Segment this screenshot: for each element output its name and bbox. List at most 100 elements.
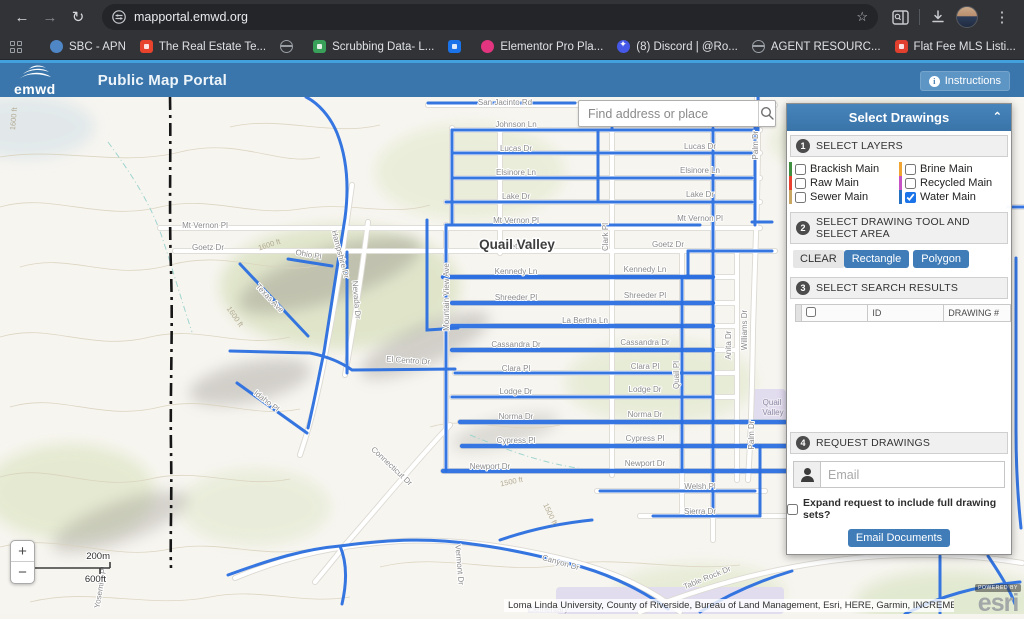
svg-text:Cassandra Dr: Cassandra Dr xyxy=(491,340,541,349)
side-search-icon[interactable] xyxy=(892,10,909,25)
svg-text:Cassandra Dr: Cassandra Dr xyxy=(620,338,670,347)
svg-text:Lucas Dr: Lucas Dr xyxy=(684,142,716,151)
layer-checkbox[interactable] xyxy=(795,178,806,189)
step-number-badge: 2 xyxy=(796,221,810,235)
svg-text:Elsinore Ln: Elsinore Ln xyxy=(680,166,720,175)
bookmark-label: The Real Estate Te... xyxy=(159,41,266,53)
bookmark-item[interactable]: SBC - APN xyxy=(50,40,126,53)
layer-sewer-main[interactable]: Sewer Main xyxy=(789,190,899,204)
bookmark-item[interactable]: Flat Fee MLS Listi... xyxy=(895,40,1016,53)
url-text: mapportal.emwd.org xyxy=(134,10,248,24)
clear-button[interactable]: CLEAR xyxy=(793,250,844,268)
apps-grid-icon[interactable] xyxy=(10,41,22,53)
drawing-tools-row: CLEAR Rectangle Polygon xyxy=(787,247,1011,273)
instructions-button[interactable]: i Instructions xyxy=(920,71,1010,91)
svg-text:Lake Dr: Lake Dr xyxy=(686,190,714,199)
bookmark-item[interactable] xyxy=(448,40,467,53)
panel-header[interactable]: Select Drawings ⌃ xyxy=(787,104,1011,131)
bookmark-label: AGENT RESOURC... xyxy=(771,41,881,53)
bookmark-label: Scrubbing Data- L... xyxy=(332,41,434,53)
layer-brine-main[interactable]: Brine Main xyxy=(899,162,1009,176)
app-header: emwd Public Map Portal i Instructions xyxy=(0,60,1024,97)
map-search-box[interactable] xyxy=(578,100,776,127)
svg-text:Mt Vernon Pl: Mt Vernon Pl xyxy=(493,216,539,225)
profile-avatar[interactable] xyxy=(956,6,978,28)
bookmark-favicon xyxy=(448,40,461,53)
bookmark-item[interactable]: Scrubbing Data- L... xyxy=(313,40,434,53)
scale-metric-label: 200m xyxy=(86,551,110,562)
rectangle-tool-button[interactable]: Rectangle xyxy=(844,250,910,268)
expand-request-checkbox[interactable] xyxy=(787,504,798,515)
layer-checkbox[interactable] xyxy=(905,178,916,189)
search-button[interactable] xyxy=(758,101,775,126)
layer-brackish-main[interactable]: Brackish Main xyxy=(789,162,899,176)
svg-text:Norma Dr: Norma Dr xyxy=(499,412,534,421)
svg-text:La Bertha Ln: La Bertha Ln xyxy=(562,316,608,325)
bookmark-star-icon[interactable]: ☆ xyxy=(856,9,868,25)
bookmark-item[interactable]: Elementor Pro Pla... xyxy=(481,40,603,53)
step-number-badge: 4 xyxy=(796,436,810,450)
address-bar[interactable]: mapportal.emwd.org ☆ xyxy=(102,4,878,30)
bookmark-item[interactable]: The Real Estate Te... xyxy=(140,40,266,53)
back-icon[interactable]: ← xyxy=(10,5,34,29)
map-attribution: Loma Linda University, County of Riversi… xyxy=(504,599,954,612)
layer-water-main[interactable]: Water Main xyxy=(899,190,1009,204)
svg-text:Kennedy Ln: Kennedy Ln xyxy=(495,267,538,276)
browser-menu-icon[interactable]: ⋮ xyxy=(990,5,1014,29)
section-title: SELECT SEARCH RESULTS xyxy=(816,282,958,294)
step-number-badge: 1 xyxy=(796,139,810,153)
email-documents-button[interactable]: Email Documents xyxy=(848,529,950,547)
select-all-checkbox[interactable] xyxy=(806,307,816,317)
quail-valley-label: Quail Valley xyxy=(479,237,555,252)
esri-logo: POWERED BY esri xyxy=(975,576,1021,613)
svg-text:Valley: Valley xyxy=(762,408,783,417)
zoom-control: + − xyxy=(10,540,35,584)
svg-text:Lucas Dr: Lucas Dr xyxy=(500,144,532,153)
layer-label: Sewer Main xyxy=(810,191,868,203)
zoom-in-button[interactable]: + xyxy=(11,541,34,562)
layer-raw-main[interactable]: Raw Main xyxy=(789,176,899,190)
toolbar-separator xyxy=(919,9,920,25)
layer-recycled-main[interactable]: Recycled Main xyxy=(899,176,1009,190)
svg-text:Elsinore Ln: Elsinore Ln xyxy=(496,168,536,177)
polygon-tool-button[interactable]: Polygon xyxy=(913,250,969,268)
scale-imperial-label: 600ft xyxy=(85,574,106,585)
drawing-column-header: DRAWING # xyxy=(944,305,1011,322)
info-icon: i xyxy=(929,76,940,87)
bookmark-label: Flat Fee MLS Listi... xyxy=(914,41,1016,53)
search-input[interactable] xyxy=(579,101,758,126)
download-icon[interactable] xyxy=(930,9,946,25)
zoom-out-button[interactable]: − xyxy=(11,562,34,583)
svg-text:Clara Pl: Clara Pl xyxy=(631,362,660,371)
site-settings-icon[interactable] xyxy=(112,10,126,24)
chevron-up-icon[interactable]: ⌃ xyxy=(993,110,1002,123)
layer-checkbox[interactable] xyxy=(905,164,916,175)
section-search-results: 3 SELECT SEARCH RESULTS xyxy=(790,277,1008,299)
page-title: Public Map Portal xyxy=(98,72,227,89)
emwd-logo[interactable]: emwd xyxy=(14,65,56,96)
section-title: SELECT DRAWING TOOL AND SELECT AREA xyxy=(816,216,1002,240)
svg-text:Norma Dr: Norma Dr xyxy=(628,410,663,419)
forward-icon[interactable]: → xyxy=(38,5,62,29)
section-title: SELECT LAYERS xyxy=(816,140,903,152)
bookmark-favicon xyxy=(140,40,153,53)
svg-text:Mt Vernon Pl: Mt Vernon Pl xyxy=(677,214,723,223)
bookmark-item[interactable] xyxy=(280,40,299,53)
layer-checkbox[interactable] xyxy=(795,164,806,175)
svg-text:Cypress Pl: Cypress Pl xyxy=(497,436,536,445)
svg-text:Goetz Dr: Goetz Dr xyxy=(192,243,224,252)
results-list-empty xyxy=(787,322,1011,428)
svg-text:Shreeder Pl: Shreeder Pl xyxy=(624,291,666,300)
bookmark-item[interactable]: AGENT RESOURC... xyxy=(752,40,881,53)
email-field[interactable] xyxy=(820,461,1005,488)
id-column-header: ID xyxy=(868,305,944,322)
bookmark-item[interactable]: (8) Discord | @Ro... xyxy=(617,40,738,53)
reload-icon[interactable]: ↻ xyxy=(66,5,90,29)
svg-text:Quail: Quail xyxy=(763,398,782,407)
expand-request-label: Expand request to include full drawing s… xyxy=(803,497,1011,521)
svg-text:Williams Dr: Williams Dr xyxy=(740,309,749,350)
layer-checkbox[interactable] xyxy=(795,192,806,203)
svg-text:Johnson Ln: Johnson Ln xyxy=(495,120,536,129)
layer-checkbox[interactable] xyxy=(905,192,916,203)
svg-text:Anita Dr: Anita Dr xyxy=(724,330,733,359)
